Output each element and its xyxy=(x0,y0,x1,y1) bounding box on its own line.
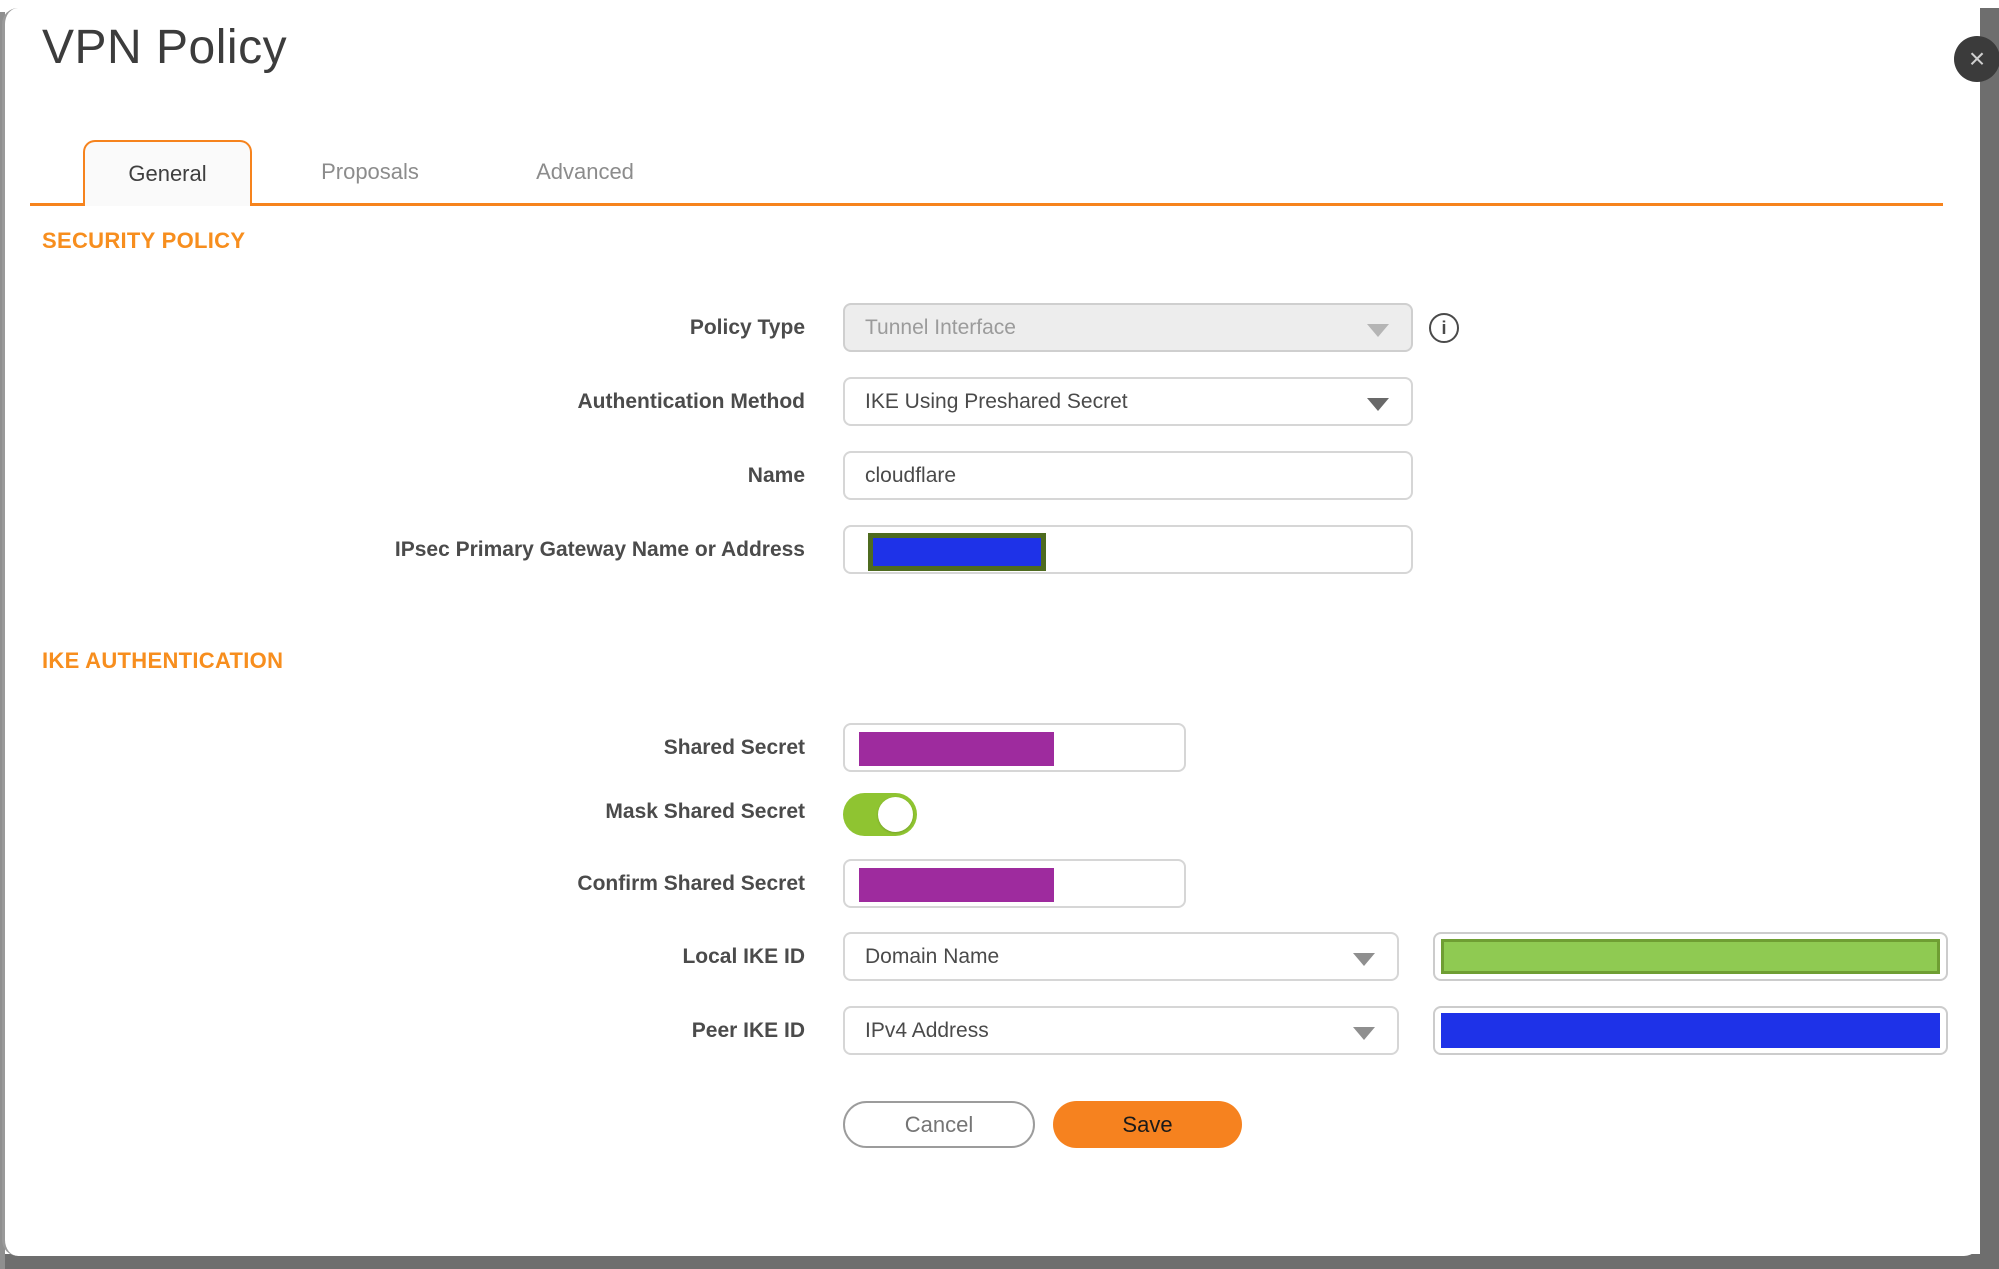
confirm-shared-secret-label: Confirm Shared Secret xyxy=(577,871,805,895)
chevron-down-icon xyxy=(1367,324,1389,337)
local-ike-id-redaction-block xyxy=(1441,939,1940,974)
gateway-label: IPsec Primary Gateway Name or Address xyxy=(394,537,805,561)
local-ike-id-label: Local IKE ID xyxy=(682,944,805,968)
gateway-redaction-block xyxy=(868,533,1046,571)
tab-general[interactable]: General xyxy=(83,140,252,206)
peer-ike-id-label: Peer IKE ID xyxy=(691,1018,805,1042)
window-edge-right xyxy=(1980,8,1999,1269)
cancel-button-label: Cancel xyxy=(904,1111,974,1137)
name-label: Name xyxy=(747,463,805,487)
name-value: cloudflare xyxy=(865,463,957,487)
peer-ike-id-redaction-block xyxy=(1441,1013,1940,1048)
info-icon[interactable]: i xyxy=(1429,313,1459,343)
mask-shared-secret-toggle[interactable] xyxy=(843,793,917,836)
security-policy-section-header: SECURITY POLICY xyxy=(42,228,246,253)
local-ike-id-value-input[interactable] xyxy=(1433,932,1948,981)
tab-proposals[interactable]: Proposals xyxy=(285,140,455,204)
authentication-method-dropdown[interactable]: IKE Using Preshared Secret xyxy=(843,377,1413,426)
chevron-down-icon xyxy=(1353,953,1375,966)
tab-proposals-label: Proposals xyxy=(321,159,419,184)
policy-type-dropdown[interactable]: Tunnel Interface xyxy=(843,303,1413,352)
ike-authentication-section-header: IKE AUTHENTICATION xyxy=(42,648,284,673)
shared-secret-label: Shared Secret xyxy=(663,735,805,759)
local-ike-id-dropdown[interactable]: Domain Name xyxy=(843,932,1399,981)
chevron-down-icon xyxy=(1367,398,1389,411)
policy-type-label: Policy Type xyxy=(689,315,805,339)
authentication-method-value: IKE Using Preshared Secret xyxy=(865,389,1128,413)
cancel-button[interactable]: Cancel xyxy=(843,1101,1035,1148)
mask-shared-secret-label: Mask Shared Secret xyxy=(605,799,805,823)
vpn-policy-modal: VPN Policy × General Proposals Advanced … xyxy=(0,0,1999,1269)
save-button[interactable]: Save xyxy=(1053,1101,1242,1148)
close-icon: × xyxy=(1968,43,1986,74)
tab-advanced-label: Advanced xyxy=(536,159,634,184)
tab-general-label: General xyxy=(128,161,207,186)
window-edge-bottom xyxy=(0,1254,1999,1269)
name-input[interactable]: cloudflare xyxy=(843,451,1413,500)
toggle-knob xyxy=(878,797,913,832)
policy-type-value: Tunnel Interface xyxy=(865,315,1016,339)
authentication-method-label: Authentication Method xyxy=(577,389,805,413)
chevron-down-icon xyxy=(1353,1027,1375,1040)
peer-ike-id-value-input[interactable] xyxy=(1433,1006,1948,1055)
confirm-shared-secret-input[interactable] xyxy=(843,859,1186,908)
page-title: VPN Policy xyxy=(42,21,288,74)
gateway-input[interactable] xyxy=(843,525,1413,574)
info-icon-glyph: i xyxy=(1441,317,1447,338)
tab-advanced[interactable]: Advanced xyxy=(505,140,665,204)
local-ike-id-type-value: Domain Name xyxy=(865,944,1000,968)
peer-ike-id-type-value: IPv4 Address xyxy=(865,1018,989,1042)
shared-secret-input[interactable] xyxy=(843,723,1186,772)
peer-ike-id-dropdown[interactable]: IPv4 Address xyxy=(843,1006,1399,1055)
confirm-shared-secret-redaction-block xyxy=(859,868,1054,902)
shared-secret-redaction-block xyxy=(859,732,1054,766)
save-button-label: Save xyxy=(1122,1111,1173,1137)
close-button[interactable]: × xyxy=(1954,36,1999,82)
